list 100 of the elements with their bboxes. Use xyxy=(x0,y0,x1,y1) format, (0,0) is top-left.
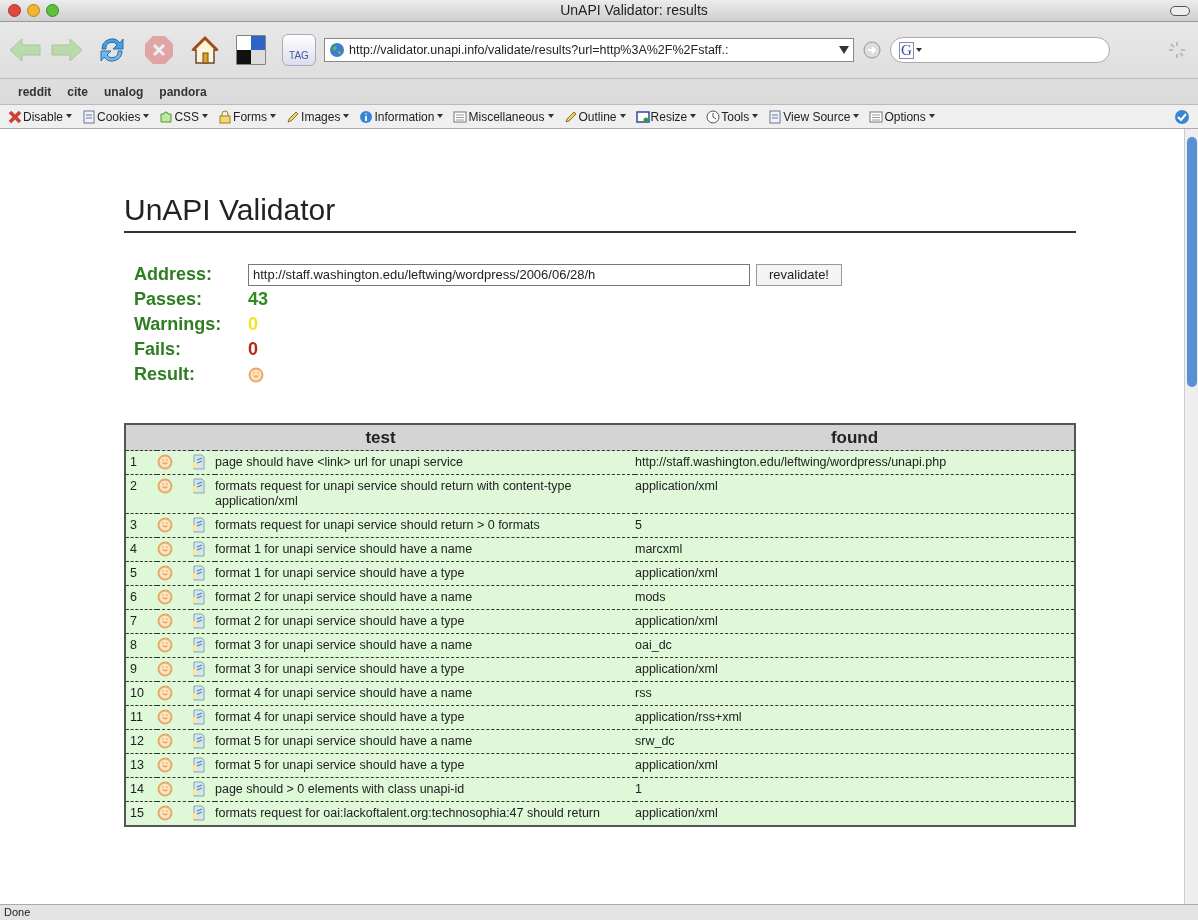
bookmark-link[interactable]: cite xyxy=(67,82,89,101)
document-icon[interactable] xyxy=(191,478,205,494)
row-number: 9 xyxy=(125,657,157,682)
row-number: 4 xyxy=(125,537,157,562)
toolbar-menu[interactable]: CSS xyxy=(159,107,209,126)
found-cell: application/xml xyxy=(635,561,1075,586)
test-cell: formats request for unapi service should return > 0 formats xyxy=(215,513,635,538)
document-icon[interactable] xyxy=(191,709,205,725)
document-icon[interactable] xyxy=(191,757,205,773)
summary-label: Fails: xyxy=(134,338,182,361)
tag-button[interactable]: TAG xyxy=(282,34,316,66)
list-icon xyxy=(453,109,468,124)
toolbar-menu[interactable]: Cookies xyxy=(82,107,150,126)
test-cell: page should > 0 elements with class unapi-id xyxy=(215,777,635,802)
document-icon[interactable] xyxy=(191,685,205,701)
row-number: 1 xyxy=(125,450,157,475)
test-cell: formats request for oai:lackoftalent.org:technosophia:47 should return xyxy=(215,801,635,826)
address-field[interactable]: http://validator.unapi.info/validate/results?url=http%3A%2F%2Fstaff.: xyxy=(324,38,854,62)
found-cell: mods xyxy=(635,585,1075,610)
row-number: 3 xyxy=(125,513,157,538)
summary-label: Passes: xyxy=(134,288,204,311)
caret-icon xyxy=(619,114,626,119)
search-field[interactable]: G xyxy=(890,37,1110,63)
test-cell: format 1 for unapi service should have a type xyxy=(215,561,635,586)
scroll-thumb[interactable] xyxy=(1186,137,1197,387)
test-cell: formats request for unapi service should return with content-type application/xml xyxy=(215,474,635,514)
count-value: 0 xyxy=(248,338,258,361)
found-cell: application/xml xyxy=(635,801,1075,826)
clock-icon xyxy=(706,109,721,124)
found-cell: oai_dc xyxy=(635,633,1075,658)
document-icon[interactable] xyxy=(191,454,205,470)
cross-icon xyxy=(8,109,22,124)
test-cell: format 3 for unapi service should have a type xyxy=(215,657,635,682)
page-heading: UnAPI Validator xyxy=(124,191,1076,233)
test-cell: format 4 for unapi service should have a name xyxy=(215,681,635,706)
document-icon[interactable] xyxy=(191,805,205,821)
document-icon[interactable] xyxy=(191,565,205,581)
test-cell: format 4 for unapi service should have a type xyxy=(215,705,635,730)
search-engine-icon[interactable]: G xyxy=(899,41,914,59)
document-icon[interactable] xyxy=(191,661,205,677)
test-cell: format 2 for unapi service should have a name xyxy=(215,585,635,610)
document-icon[interactable] xyxy=(191,613,205,629)
test-cell: page should have <link> url for unapi service xyxy=(215,450,635,475)
toolbar-menu[interactable]: Tools xyxy=(706,107,759,126)
house-icon xyxy=(190,35,220,65)
found-cell: application/xml xyxy=(635,609,1075,634)
grid-icon xyxy=(236,35,266,65)
bookmark-link[interactable]: pandora xyxy=(159,82,207,101)
minimize-button[interactable] xyxy=(27,4,40,17)
caret-icon xyxy=(690,114,697,119)
toolbar-menu[interactable]: Resize xyxy=(635,107,697,126)
go-icon[interactable] xyxy=(862,40,882,60)
toolbar-toggle-button[interactable] xyxy=(1170,5,1190,16)
revalidate-button[interactable]: revalidate! xyxy=(756,263,842,286)
toolbar-menu[interactable]: Forms xyxy=(218,107,277,126)
status-text: Done xyxy=(4,905,31,920)
row-number: 14 xyxy=(125,777,157,802)
caret-icon xyxy=(270,114,277,119)
caret-icon xyxy=(752,114,759,119)
dropdown-icon[interactable] xyxy=(839,46,849,54)
test-cell: format 5 for unapi service should have a type xyxy=(215,753,635,778)
page-icon xyxy=(82,109,97,124)
bookmark-link[interactable]: unalog xyxy=(104,82,144,101)
test-cell: format 1 for unapi service should have a name xyxy=(215,537,635,562)
document-icon[interactable] xyxy=(191,637,205,653)
found-cell: 5 xyxy=(635,513,1075,538)
check-icon[interactable] xyxy=(1174,108,1190,125)
address-text: http://validator.unapi.info/validate/results?url=http%3A%2F%2Fstaff.: xyxy=(349,41,730,59)
toolbar-menu[interactable]: Miscellaneous xyxy=(453,107,554,126)
document-icon[interactable] xyxy=(191,781,205,797)
puzzle-icon xyxy=(159,109,174,124)
toolbar-menu[interactable]: Images xyxy=(286,107,350,126)
column-header: test xyxy=(125,423,635,451)
bookmark-link[interactable]: reddit xyxy=(18,82,52,101)
page-icon xyxy=(768,109,783,124)
toolbar-menu[interactable]: Options xyxy=(869,107,935,126)
zoom-button[interactable] xyxy=(46,4,59,17)
document-icon[interactable] xyxy=(191,541,205,557)
close-button[interactable] xyxy=(8,4,21,17)
row-number: 6 xyxy=(125,585,157,610)
toolbar-menu[interactable]: Information xyxy=(359,107,444,126)
test-cell: format 5 for unapi service should have a name xyxy=(215,729,635,754)
found-cell: http://staff.washington.edu/leftwing/wordpress/unapi.php xyxy=(635,450,1075,475)
caret-icon xyxy=(143,114,150,119)
row-number: 13 xyxy=(125,753,157,778)
toolbar-menu[interactable]: Outline xyxy=(563,107,626,126)
caret-icon xyxy=(853,114,860,119)
document-icon[interactable] xyxy=(191,589,205,605)
lock-icon xyxy=(218,109,233,124)
globe-icon xyxy=(329,42,345,58)
document-icon[interactable] xyxy=(191,517,205,533)
address-input[interactable]: http://staff.washington.edu/leftwing/wordpress/2006/06/28/h xyxy=(248,263,750,286)
toolbar-menu[interactable]: View Source xyxy=(768,107,860,126)
scrollbar[interactable] xyxy=(1184,129,1198,904)
window-title: UnAPI Validator: results xyxy=(559,1,709,20)
stop-icon xyxy=(144,35,174,65)
document-icon[interactable] xyxy=(191,733,205,749)
toolbar-menu[interactable]: Disable xyxy=(8,107,73,126)
info-icon xyxy=(359,109,374,124)
column-header: found xyxy=(635,423,1075,451)
